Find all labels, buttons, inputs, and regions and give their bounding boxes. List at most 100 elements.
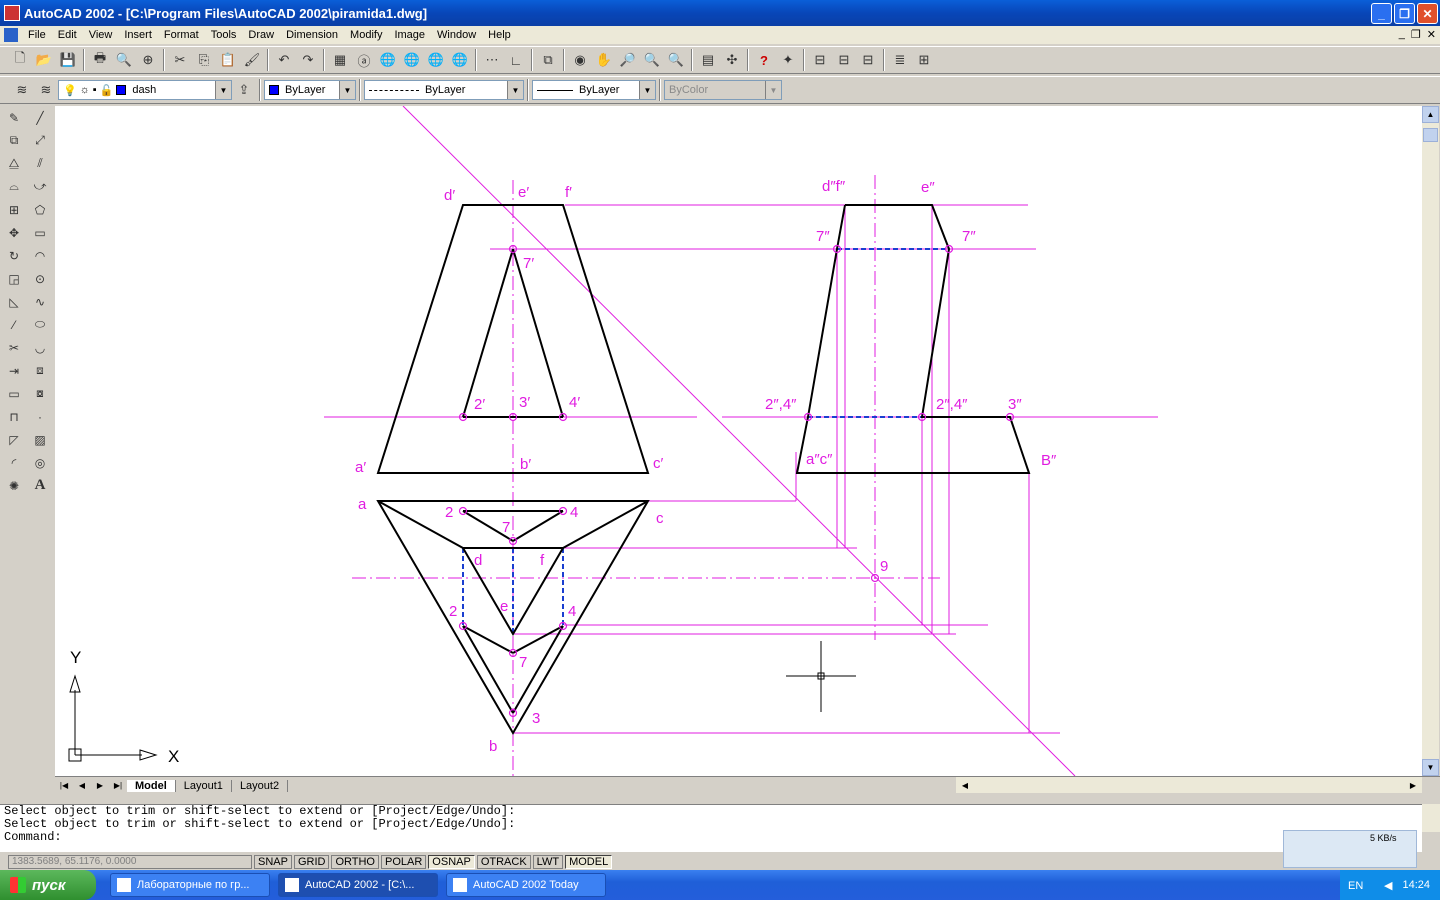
globe4-icon[interactable]: 🌐 [449, 49, 471, 71]
chamfer-icon[interactable]: ◸ [3, 429, 25, 450]
region-icon[interactable]: ◎ [29, 452, 51, 473]
model-toggle[interactable]: MODEL [565, 855, 613, 869]
snap-toggle[interactable]: SNAP [254, 855, 292, 869]
zoom-window-icon[interactable]: 🔍 [641, 49, 663, 71]
dim-style-icon[interactable]: ⊟ [857, 49, 879, 71]
color-dropdown[interactable]: ByLayer ▼ [264, 80, 356, 100]
scroll-down-icon[interactable]: ▼ [1422, 759, 1439, 776]
layer-dropdown[interactable]: 💡 ☼ ▪ 🔓 dash ▼ [58, 80, 232, 100]
color-dropdown-arrow[interactable]: ▼ [339, 81, 355, 99]
close-button[interactable]: ✕ [1417, 3, 1438, 24]
last-tab-icon[interactable]: ▶| [109, 778, 127, 794]
3d-orbit-icon[interactable]: ◉ [569, 49, 591, 71]
point-icon[interactable]: · [29, 406, 51, 427]
command-prompt[interactable]: Command: [4, 831, 1422, 844]
linetype-dropdown-arrow[interactable]: ▼ [507, 81, 523, 99]
coordinate-display[interactable]: 1383.5689, 65.1176, 0.0000 [8, 855, 252, 869]
menu-format[interactable]: Format [158, 29, 205, 41]
ellipse-arc-icon[interactable]: ◡ [29, 337, 51, 358]
array-icon[interactable]: ⊞ [3, 199, 25, 220]
layer-dropdown-arrow[interactable]: ▼ [215, 81, 231, 99]
text-style-icon[interactable]: ≣ [889, 49, 911, 71]
restore-button[interactable]: ❐ [1394, 3, 1415, 24]
first-tab-icon[interactable]: |◀ [55, 778, 73, 794]
named-views-icon[interactable]: ⧉ [537, 49, 559, 71]
properties-icon[interactable]: ▤ [697, 49, 719, 71]
start-button[interactable]: пуск [0, 870, 96, 900]
osnap-toggle[interactable]: OSNAP [428, 855, 475, 869]
prev-tab-icon[interactable]: ◀ [73, 778, 91, 794]
drawing-canvas[interactable]: d′ e′ f′ 7′ 2′ 3′ 4′ a′ b′ c′ d″f″ e″ 7″… [55, 106, 1422, 776]
menu-modify[interactable]: Modify [344, 29, 388, 41]
zoom-realtime-icon[interactable]: 🔎 [617, 49, 639, 71]
dim-aligned-icon[interactable]: ⊟ [833, 49, 855, 71]
publish-icon[interactable]: ⊕ [137, 49, 159, 71]
grid-toggle[interactable]: GRID [293, 855, 330, 869]
explode-icon[interactable]: ✺ [3, 475, 25, 496]
scroll-left-icon[interactable]: ◀ [956, 777, 974, 793]
multiline-text-icon[interactable]: A [29, 475, 51, 496]
polyline-icon[interactable]: ⤻ [29, 176, 51, 197]
menu-draw[interactable]: Draw [242, 29, 280, 41]
taskbar-item-word[interactable]: Лабораторные по гр... [110, 873, 270, 897]
break-icon[interactable]: ▭ [3, 383, 25, 404]
document-icon[interactable] [4, 28, 18, 42]
tab-model[interactable]: Model [127, 779, 176, 792]
doc-close-button[interactable]: ✕ [1427, 28, 1436, 41]
taskbar-item-autocad-today[interactable]: AutoCAD 2002 Today [446, 873, 606, 897]
dim-update-icon[interactable]: ⊞ [913, 49, 935, 71]
lwt-toggle[interactable]: LWT [532, 855, 564, 869]
globe2-icon[interactable]: 🌐 [401, 49, 423, 71]
design-center-icon[interactable]: ▦ [329, 49, 351, 71]
clock[interactable]: 14:24 [1402, 879, 1430, 891]
polar-toggle[interactable]: POLAR [381, 855, 427, 869]
adcenter-icon[interactable]: ✣ [721, 49, 743, 71]
next-tab-icon[interactable]: ▶ [91, 778, 109, 794]
tracking-icon[interactable]: ⋯ [481, 49, 503, 71]
trim-icon[interactable]: ✂ [3, 337, 25, 358]
menu-edit[interactable]: Edit [52, 29, 83, 41]
tray-arrow-icon[interactable]: ◀ [1384, 879, 1392, 892]
match-properties-icon[interactable]: 🖌 [241, 49, 263, 71]
scroll-thumb[interactable] [1423, 128, 1438, 142]
mirror-icon[interactable]: ⧋ [3, 153, 25, 174]
multiline-icon[interactable]: ⫽ [29, 153, 51, 174]
menu-file[interactable]: File [22, 29, 52, 41]
make-block-icon[interactable]: ⧇ [29, 383, 51, 404]
hyperlink-icon[interactable]: ⓐ [353, 49, 375, 71]
layers-icon[interactable]: ≋ [11, 79, 33, 101]
menu-help[interactable]: Help [482, 29, 517, 41]
menu-window[interactable]: Window [431, 29, 482, 41]
lineweight-dropdown-arrow[interactable]: ▼ [639, 81, 655, 99]
construction-line-icon[interactable]: ⤢ [29, 130, 51, 151]
new-file-icon[interactable]: 🗋 [9, 49, 31, 71]
menu-tools[interactable]: Tools [205, 29, 243, 41]
menu-dimension[interactable]: Dimension [280, 29, 344, 41]
spline-icon[interactable]: ∿ [29, 291, 51, 312]
break-at-point-icon[interactable]: ⊓ [3, 406, 25, 427]
menu-view[interactable]: View [83, 29, 119, 41]
command-scrollbar[interactable] [1422, 804, 1440, 832]
move-icon[interactable]: ✥ [3, 222, 25, 243]
zoom-previous-icon[interactable]: 🔍 [665, 49, 687, 71]
taskbar-item-autocad[interactable]: AutoCAD 2002 - [C:\... [278, 873, 438, 897]
redo-icon[interactable]: ↷ [297, 49, 319, 71]
copy-icon[interactable]: ⎘ [193, 49, 215, 71]
vertical-scrollbar[interactable]: ▲ ▼ [1422, 106, 1439, 776]
autocad-app-icon[interactable] [4, 5, 20, 21]
extend-icon[interactable]: ⇥ [3, 360, 25, 381]
circle-icon[interactable]: ⊙ [29, 268, 51, 289]
line-icon[interactable]: ╱ [29, 107, 51, 128]
pan-icon[interactable]: ✋ [593, 49, 615, 71]
hatch-icon[interactable]: ▨ [29, 429, 51, 450]
language-indicator[interactable]: EN [1348, 880, 1363, 892]
help-icon[interactable]: ? [753, 49, 775, 71]
fillet-icon[interactable]: ◜ [3, 452, 25, 473]
today-icon[interactable]: ✦ [777, 49, 799, 71]
doc-restore-button[interactable]: ❐ [1411, 28, 1421, 41]
erase-icon[interactable]: ✎ [3, 107, 25, 128]
doc-minimize-button[interactable]: _ [1399, 28, 1405, 41]
polygon-icon[interactable]: ⬠ [29, 199, 51, 220]
scroll-up-icon[interactable]: ▲ [1422, 106, 1439, 123]
horizontal-scrollbar[interactable]: ◀ ▶ [956, 777, 1422, 793]
